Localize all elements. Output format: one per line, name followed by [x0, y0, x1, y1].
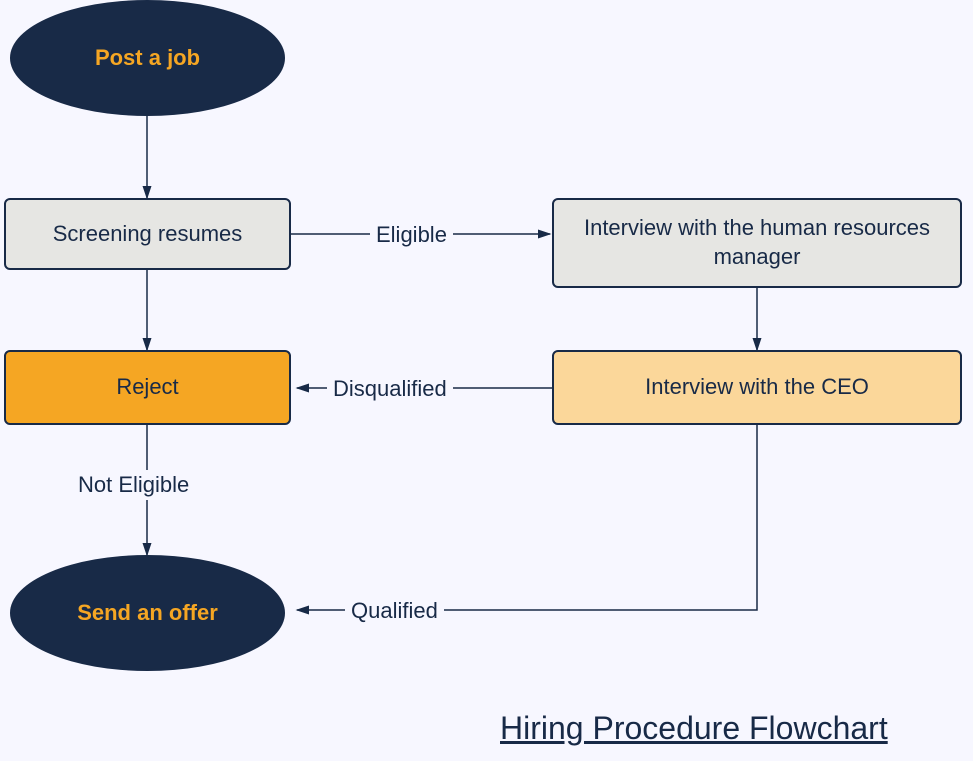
node-reject-label: Reject	[116, 373, 178, 402]
node-post-job: Post a job	[10, 0, 285, 116]
node-send-offer-label: Send an offer	[77, 599, 218, 628]
edge-label-disqualified: Disqualified	[327, 374, 453, 404]
node-reject: Reject	[4, 350, 291, 425]
diagram-title: Hiring Procedure Flowchart	[500, 710, 888, 747]
node-screening-resumes: Screening resumes	[4, 198, 291, 270]
node-send-offer: Send an offer	[10, 555, 285, 671]
edge-label-qualified: Qualified	[345, 596, 444, 626]
node-interview-hr: Interview with the human resources manag…	[552, 198, 962, 288]
edge-label-eligible: Eligible	[370, 220, 453, 250]
node-post-job-label: Post a job	[95, 44, 200, 73]
edge-label-not-eligible: Not Eligible	[72, 470, 195, 500]
node-interview-hr-label: Interview with the human resources manag…	[566, 214, 948, 271]
node-screening-label: Screening resumes	[53, 220, 243, 249]
node-interview-ceo: Interview with the CEO	[552, 350, 962, 425]
node-interview-ceo-label: Interview with the CEO	[645, 373, 869, 402]
